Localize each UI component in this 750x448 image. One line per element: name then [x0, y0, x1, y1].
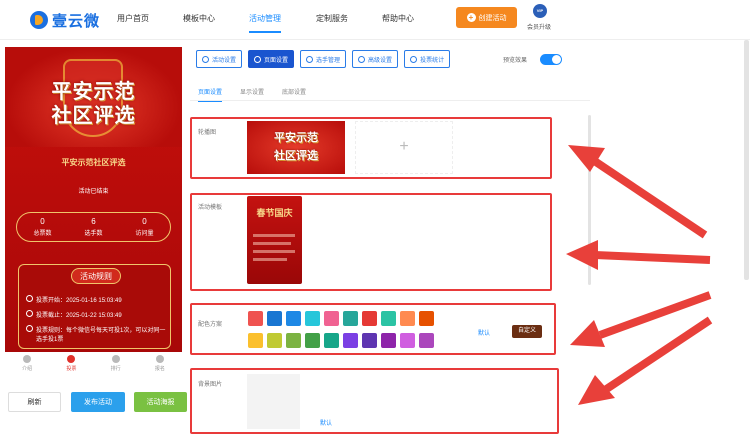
- preview-title: 平安示范社区评选: [61, 158, 126, 167]
- background-section: [190, 368, 559, 434]
- color-swatch[interactable]: [362, 311, 377, 326]
- signup-icon: [155, 355, 164, 363]
- color-swatch[interactable]: [267, 311, 282, 326]
- tab-activity-settings[interactable]: 活动设置: [196, 50, 243, 68]
- advanced-icon: [358, 55, 366, 63]
- color-swatch[interactable]: [305, 333, 320, 348]
- tab-page-settings[interactable]: 页面设置: [248, 50, 295, 68]
- preview-toggle[interactable]: [540, 54, 562, 65]
- divider: [190, 100, 590, 101]
- tab-intro[interactable]: 介绍: [5, 352, 49, 376]
- nav-item-activity-manage[interactable]: 活动管理: [249, 13, 281, 33]
- color-swatch[interactable]: [381, 311, 396, 326]
- poster-button[interactable]: 活动海报: [134, 392, 187, 412]
- refresh-button[interactable]: 刷新: [8, 392, 61, 412]
- tab-signup[interactable]: 报名: [138, 352, 182, 376]
- color-swatch[interactable]: [381, 333, 396, 348]
- clock-icon: [26, 295, 33, 302]
- plus-icon: +: [466, 13, 476, 22]
- background-label: 背景图片: [198, 382, 223, 388]
- preview-tabbar: 介绍 投票 排行 报名: [5, 352, 182, 376]
- nav-item-templates[interactable]: 模板中心: [183, 13, 215, 24]
- color-swatch[interactable]: [419, 333, 434, 348]
- publish-button[interactable]: 发布活动: [71, 392, 125, 412]
- phone-preview: 平安示范 社区评选 平安示范社区评选 活动已结束 0 总票数 6 选手数 0 访问量 …: [5, 47, 182, 352]
- default-color-option[interactable]: 默认: [478, 328, 490, 337]
- nav-item-custom-service[interactable]: 定制服务: [316, 13, 348, 24]
- users-icon: [306, 55, 314, 63]
- clock-icon: [26, 310, 33, 317]
- add-carousel-button[interactable]: +: [355, 121, 453, 174]
- color-row-2: [248, 333, 434, 348]
- intro-icon: [23, 355, 32, 363]
- color-swatch[interactable]: [324, 333, 339, 348]
- color-row-1: [248, 311, 434, 326]
- carousel-label: 轮播图: [198, 130, 217, 136]
- color-swatch[interactable]: [267, 333, 282, 348]
- brand-name: 壹云微: [52, 12, 101, 30]
- rank-icon: [111, 355, 120, 363]
- color-swatch[interactable]: [324, 311, 339, 326]
- gear-icon: [254, 55, 262, 63]
- arrow-head-2: [566, 240, 598, 270]
- logo-icon: [30, 11, 48, 29]
- template-thumbnail[interactable]: 春节国庆: [247, 196, 302, 284]
- nav-item-help[interactable]: 帮助中心: [382, 13, 414, 24]
- carousel-image[interactable]: 平安示范 社区评选: [247, 121, 345, 174]
- page-scrollbar[interactable]: [744, 40, 749, 280]
- template-section: [190, 193, 552, 291]
- rule-start: 投票开始：2025-01-16 15:03:49: [26, 295, 168, 304]
- preview-effect-label: 预览效果: [503, 58, 528, 64]
- color-swatch[interactable]: [400, 311, 415, 326]
- stat-contestants: 6 选手数: [84, 217, 103, 237]
- color-swatch[interactable]: [286, 311, 301, 326]
- rules-title: 活动规则: [71, 268, 121, 284]
- tab-advanced[interactable]: 高级设置: [352, 50, 399, 68]
- annotation-arrows: [566, 145, 713, 405]
- rule-vote: 投票规则：每个微信号每天可投1次，可以对同一选手投1票: [26, 325, 168, 343]
- color-swatch[interactable]: [248, 333, 263, 348]
- tab-vote[interactable]: 投票: [49, 352, 93, 376]
- color-label: 配色方案: [198, 322, 223, 328]
- vip-upgrade-label[interactable]: 会员升级: [527, 22, 551, 31]
- rule-end: 投票截止：2025-01-22 15:03:49: [26, 310, 168, 319]
- tab-vote-stats[interactable]: 投票统计: [404, 50, 451, 68]
- vip-icon[interactable]: VIP: [533, 4, 547, 18]
- brand-logo[interactable]: 壹云微: [30, 9, 120, 31]
- background-default-option[interactable]: 默认: [320, 418, 332, 427]
- color-swatch[interactable]: [419, 311, 434, 326]
- nav-item-user-home[interactable]: 用户首页: [117, 13, 149, 24]
- color-swatch[interactable]: [248, 311, 263, 326]
- settings-icon: [202, 55, 209, 63]
- stat-visits: 0 访问量: [135, 217, 154, 237]
- vote-icon: [67, 355, 76, 363]
- tab-rank[interactable]: 排行: [94, 352, 138, 376]
- create-activity-label: 创建活动: [478, 14, 507, 22]
- settings-toolbar: 活动设置 页面设置 选手管理 高级设置 投票统计: [196, 50, 451, 68]
- color-swatch[interactable]: [343, 311, 358, 326]
- color-swatch[interactable]: [362, 333, 377, 348]
- rules-panel: 活动规则 投票开始：2025-01-16 15:03:49 投票截止：2025-…: [18, 264, 171, 349]
- create-activity-button[interactable]: + 创建活动: [456, 7, 517, 28]
- custom-color-button[interactable]: 自定义: [512, 325, 542, 338]
- color-swatch[interactable]: [286, 333, 301, 348]
- color-swatch[interactable]: [305, 311, 320, 326]
- preview-status: 活动已结束: [78, 189, 109, 195]
- clock-icon: [26, 325, 33, 332]
- background-image-slot[interactable]: [247, 374, 300, 429]
- chart-icon: [410, 55, 418, 63]
- stats-panel: 0 总票数 6 选手数 0 访问量: [16, 212, 171, 242]
- banner-title-line2: 社区评选: [51, 105, 136, 127]
- preview-banner: 平安示范 社区评选: [5, 47, 182, 147]
- color-swatch[interactable]: [400, 333, 415, 348]
- color-swatch[interactable]: [343, 333, 358, 348]
- tab-contestants[interactable]: 选手管理: [300, 50, 347, 68]
- template-label: 活动模板: [198, 205, 223, 211]
- stat-total-votes: 0 总票数: [33, 217, 52, 237]
